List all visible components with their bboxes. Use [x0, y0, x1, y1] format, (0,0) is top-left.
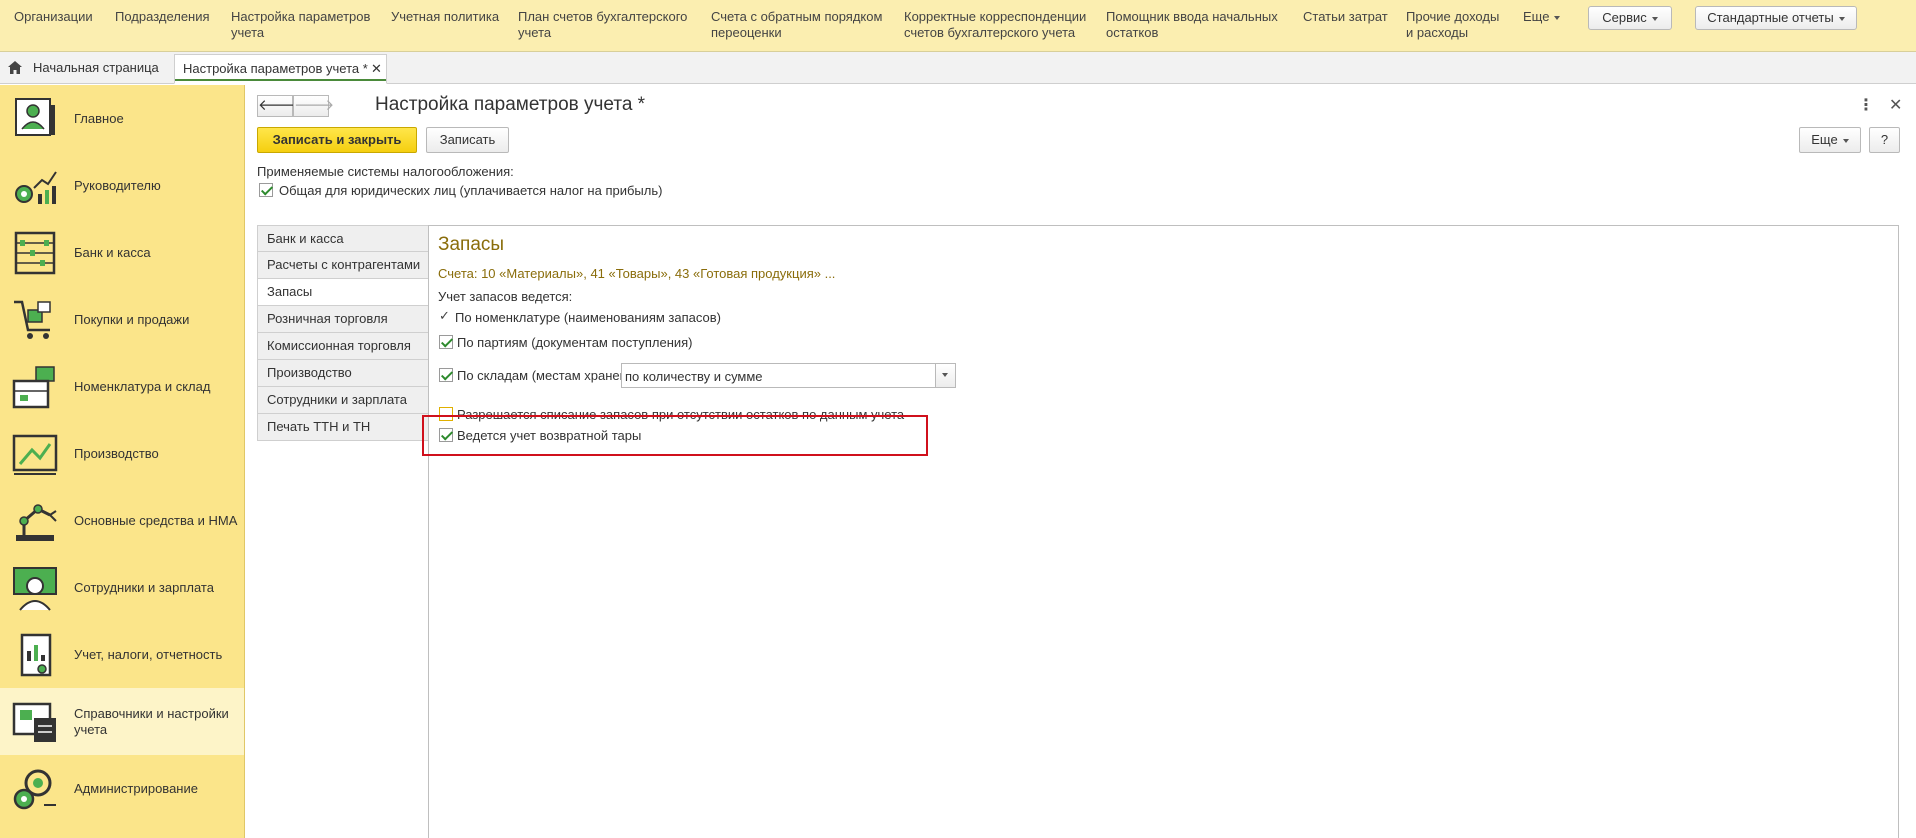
- tab-bank-cash[interactable]: Банк и касса: [257, 225, 429, 252]
- menu-opening-balances[interactable]: Помощник ввода начальных остатков: [1106, 9, 1278, 41]
- sidebar-label: Главное: [74, 110, 124, 126]
- menu-accounting-policy[interactable]: Учетная политика: [391, 9, 499, 25]
- tab-home-label: Начальная страница: [33, 60, 159, 75]
- tax-general-label: Общая для юридических лиц (уплачивается …: [279, 183, 663, 198]
- tab-print-waybills[interactable]: Печать ТТН и ТН: [257, 414, 429, 441]
- checkmark-icon: ✓: [439, 308, 450, 323]
- standard-reports-button[interactable]: Стандартные отчеты: [1695, 6, 1857, 30]
- menu-more-label: Еще: [1523, 9, 1550, 24]
- report-icon: [20, 633, 52, 677]
- manager-chart-icon: [15, 171, 57, 204]
- menu-more[interactable]: Еще: [1523, 9, 1561, 25]
- highlight-frame: [422, 415, 928, 456]
- sidebar-item-fixed-assets[interactable]: Основные средства и НМА: [0, 487, 244, 554]
- by-nomenclature-label: По номенклатуре (наименованиям запасов): [455, 310, 721, 325]
- open-windows-bar: Начальная страница Настройка параметров …: [0, 52, 1916, 84]
- sidebar-item-taxes-reports[interactable]: Учет, налоги, отчетность: [0, 621, 244, 688]
- menu-accounting-params[interactable]: Настройка параметров учета: [231, 9, 370, 41]
- help-button[interactable]: ?: [1869, 127, 1900, 153]
- by-batches-label: По партиям (документам поступления): [457, 335, 693, 350]
- reference-books-icon: [12, 702, 56, 742]
- tab-inventory[interactable]: Запасы: [257, 279, 429, 306]
- sidebar-item-bank[interactable]: Банк и касса: [0, 219, 244, 286]
- gears-icon: [13, 769, 56, 810]
- sidebar-item-manager[interactable]: Руководителю: [0, 152, 244, 219]
- sidebar-item-references[interactable]: Справочники и настройки учета: [0, 688, 244, 755]
- sidebar-item-nomenclature[interactable]: Номенклатура и склад: [0, 353, 244, 420]
- sidebar-item-production[interactable]: Производство: [0, 420, 244, 487]
- user-profile-icon: [15, 98, 55, 136]
- sidebar-label: Банк и касса: [74, 244, 151, 260]
- more-vertical-icon[interactable]: ⋮: [1858, 95, 1874, 115]
- cart-boxes-icon: [14, 300, 51, 339]
- back-button[interactable]: 🡐: [257, 95, 298, 117]
- sidebar-label: Основные средства и НМА: [74, 512, 238, 528]
- more-button[interactable]: Еще: [1799, 127, 1861, 153]
- tab-active-indicator: [175, 79, 386, 81]
- accounts-link[interactable]: Счета: 10 «Материалы», 41 «Товары», 43 «…: [438, 266, 835, 281]
- sidebar-label: Администрирование: [74, 780, 198, 796]
- production-icon: [12, 434, 58, 475]
- more-button-label: Еще: [1811, 132, 1838, 147]
- tab-accounting-params[interactable]: Настройка параметров учета * ✕: [174, 54, 387, 84]
- tab-commission[interactable]: Комиссионная торговля: [257, 333, 429, 360]
- tab-counterparties[interactable]: Расчеты с контрагентами: [257, 252, 429, 279]
- standard-reports-label: Стандартные отчеты: [1707, 10, 1834, 25]
- form-window: 🡐 🡒 Настройка параметров учета * ⋮ ✕ Зап…: [246, 85, 1916, 838]
- abacus-icon: [14, 231, 56, 275]
- sidebar-item-purchases[interactable]: Покупки и продажи: [0, 286, 244, 353]
- dropdown-button[interactable]: [935, 364, 955, 387]
- sidebar-label: Покупки и продажи: [74, 311, 190, 327]
- forward-button[interactable]: 🡒: [293, 95, 334, 117]
- sections-panel: Главное Руководителю Банк и касса Покупк…: [0, 85, 245, 838]
- menu-organizations[interactable]: Организации: [14, 9, 93, 25]
- sidebar-label: Руководителю: [74, 177, 161, 193]
- home-icon: [8, 61, 22, 74]
- menu-chart-of-accounts[interactable]: План счетов бухгалтерского учета: [518, 9, 687, 41]
- service-button-label: Сервис: [1602, 10, 1647, 25]
- save-and-close-button[interactable]: Записать и закрыть: [257, 127, 417, 153]
- by-batches-checkbox[interactable]: [439, 335, 453, 349]
- chevron-down-icon: [1838, 16, 1845, 21]
- tab-home[interactable]: Начальная страница: [6, 54, 166, 84]
- tab-payroll[interactable]: Сотрудники и зарплата: [257, 387, 429, 414]
- arrow-right-icon: 🡒: [294, 97, 335, 114]
- employee-icon: [13, 567, 57, 611]
- by-warehouses-checkbox[interactable]: [439, 368, 453, 382]
- function-panel: Организации Подразделения Настройка пара…: [0, 0, 1916, 52]
- warehouse-mode-value: по количеству и сумме: [625, 369, 763, 384]
- sidebar-item-administration[interactable]: Администрирование: [0, 755, 244, 822]
- inventory-settings-panel: Запасы Счета: 10 «Материалы», 41 «Товары…: [428, 225, 1899, 838]
- tax-general-checkbox[interactable]: [259, 183, 273, 197]
- service-button[interactable]: Сервис: [1588, 6, 1672, 30]
- inventory-header: Учет запасов ведется:: [438, 289, 573, 304]
- section-title: Запасы: [438, 234, 505, 255]
- sidebar-label: Справочники и настройки учета: [74, 705, 229, 737]
- chevron-down-icon: [1554, 15, 1561, 20]
- menu-reverse-revaluation[interactable]: Счета с обратным порядком переоценки: [711, 9, 882, 41]
- tax-systems-label: Применяемые системы налогообложения:: [257, 164, 514, 179]
- sidebar-label: Сотрудники и зарплата: [74, 579, 214, 595]
- warehouse-mode-select[interactable]: по количеству и сумме: [621, 363, 956, 388]
- tab-retail[interactable]: Розничная торговля: [257, 306, 429, 333]
- menu-correct-correspondence[interactable]: Корректные корреспонденции счетов бухгал…: [904, 9, 1086, 41]
- tab-production[interactable]: Производство: [257, 360, 429, 387]
- close-form-icon[interactable]: ✕: [1889, 95, 1902, 115]
- sidebar-item-main[interactable]: Главное: [0, 85, 244, 152]
- chevron-down-icon: [1651, 16, 1658, 21]
- menu-cost-items[interactable]: Статьи затрат: [1303, 9, 1388, 25]
- sidebar-label: Производство: [74, 445, 159, 461]
- sidebar-label: Учет, налоги, отчетность: [74, 646, 223, 662]
- menu-other-income[interactable]: Прочие доходы и расходы: [1406, 9, 1499, 41]
- chevron-down-icon: [1842, 138, 1849, 143]
- warehouse-boxes-icon: [12, 366, 55, 409]
- sidebar-label: Номенклатура и склад: [74, 378, 211, 394]
- page-title: Настройка параметров учета *: [375, 94, 646, 115]
- settings-tabs: Банк и касса Расчеты с контрагентами Зап…: [257, 225, 429, 441]
- chevron-down-icon: [942, 373, 948, 377]
- robot-arm-icon: [16, 504, 57, 541]
- menu-departments[interactable]: Подразделения: [115, 9, 210, 25]
- save-button[interactable]: Записать: [426, 127, 509, 153]
- sidebar-item-employees[interactable]: Сотрудники и зарплата: [0, 554, 244, 621]
